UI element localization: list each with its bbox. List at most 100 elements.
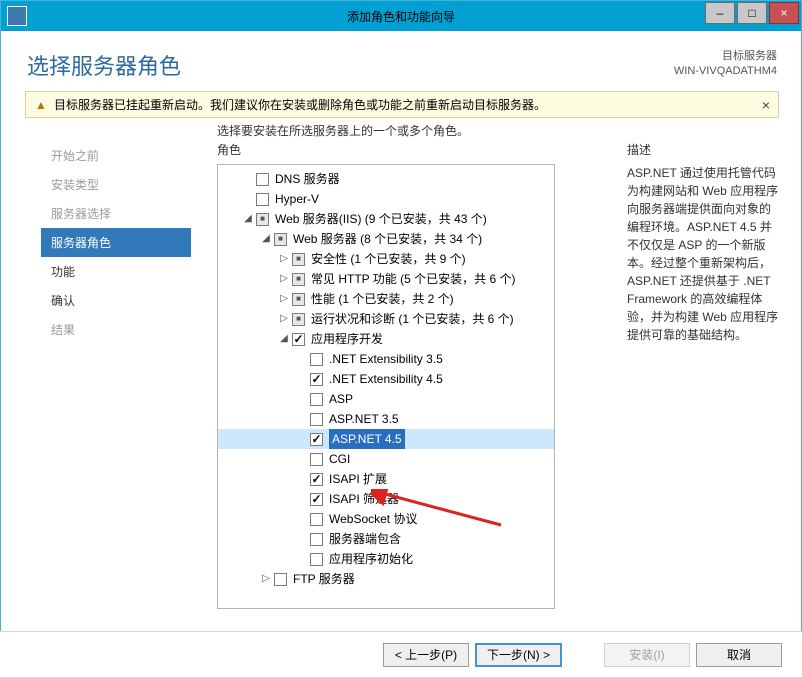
tree-label: DNS 服务器	[275, 169, 340, 189]
cancel-button[interactable]: 取消	[696, 643, 782, 667]
tree-label: Hyper-V	[275, 189, 319, 209]
destination-server-box: 目标服务器 WIN-VIVQADATHM4	[674, 49, 777, 81]
chevron-right-icon[interactable]: ▷	[278, 249, 290, 269]
checkbox[interactable]	[310, 473, 323, 486]
warning-close-button[interactable]: ×	[762, 97, 770, 113]
tree-row[interactable]: CGI	[218, 449, 554, 469]
roles-caption: 角色	[217, 141, 609, 158]
sidebar-item-0: 开始之前	[41, 141, 191, 170]
tree-row[interactable]: ▷ FTP 服务器	[218, 569, 554, 589]
checkbox[interactable]	[256, 193, 269, 206]
tree-label: .NET Extensibility 3.5	[329, 349, 443, 369]
tree-label: 安全性 (1 个已安装，共 9 个)	[311, 249, 466, 269]
checkbox[interactable]	[310, 353, 323, 366]
tree-row[interactable]: ◢ 应用程序开发	[218, 329, 554, 349]
description-text: ASP.NET 通过使用托管代码为构建网站和 Web 应用程序向服务器端提供面向…	[627, 164, 781, 344]
tree-row[interactable]: .NET Extensibility 4.5	[218, 369, 554, 389]
tree-label: ISAPI 扩展	[329, 469, 387, 489]
checkbox[interactable]	[310, 393, 323, 406]
destination-label: 目标服务器	[674, 49, 777, 64]
tree-label: Web 服务器(IIS) (9 个已安装，共 43 个)	[275, 209, 487, 229]
footer: < 上一步(P) 下一步(N) > 安装(I) 取消	[0, 631, 802, 677]
sidebar-item-5[interactable]: 确认	[41, 286, 191, 315]
roles-tree[interactable]: DNS 服务器Hyper-V◢Web 服务器(IIS) (9 个已安装，共 43…	[217, 164, 555, 609]
next-button[interactable]: 下一步(N) >	[475, 643, 562, 667]
tree-row[interactable]: ▷ 常见 HTTP 功能 (5 个已安装，共 6 个)	[218, 269, 554, 289]
checkbox[interactable]	[292, 313, 305, 326]
tree-label: 常见 HTTP 功能 (5 个已安装，共 6 个)	[311, 269, 515, 289]
minimize-button[interactable]: –	[705, 2, 735, 24]
tree-row[interactable]: .NET Extensibility 3.5	[218, 349, 554, 369]
chevron-right-icon[interactable]: ▷	[278, 289, 290, 309]
chevron-down-icon[interactable]: ◢	[260, 229, 272, 249]
checkbox[interactable]	[310, 413, 323, 426]
tree-row[interactable]: ASP.NET 3.5	[218, 409, 554, 429]
checkbox[interactable]	[292, 293, 305, 306]
checkbox[interactable]	[310, 553, 323, 566]
titlebar: 添加角色和功能向导 – □ ×	[1, 1, 801, 31]
tree-row[interactable]: ISAPI 筛选器	[218, 489, 554, 509]
wizard-steps-sidebar: 开始之前安装类型服务器选择服务器角色功能确认结果	[41, 141, 191, 609]
tree-label: 应用程序初始化	[329, 549, 413, 569]
warning-text: 目标服务器已挂起重新启动。我们建议你在安装或删除角色或功能之前重新启动目标服务器…	[54, 96, 546, 113]
tree-row[interactable]: DNS 服务器	[218, 169, 554, 189]
page-title: 选择服务器角色	[27, 49, 181, 81]
tree-row[interactable]: ▷ 安全性 (1 个已安装，共 9 个)	[218, 249, 554, 269]
window-title: 添加角色和功能向导	[1, 8, 801, 25]
checkbox[interactable]	[310, 433, 323, 446]
checkbox[interactable]	[292, 253, 305, 266]
tree-label: 运行状况和诊断 (1 个已安装，共 6 个)	[311, 309, 514, 329]
tree-row[interactable]: ◢ Web 服务器(IIS) (9 个已安装，共 43 个)	[218, 209, 554, 229]
tree-row[interactable]: ▷ 性能 (1 个已安装，共 2 个)	[218, 289, 554, 309]
checkbox[interactable]	[274, 233, 287, 246]
previous-button[interactable]: < 上一步(P)	[383, 643, 469, 667]
chevron-down-icon[interactable]: ◢	[278, 329, 290, 349]
chevron-right-icon[interactable]: ▷	[278, 309, 290, 329]
checkbox[interactable]	[310, 453, 323, 466]
destination-server: WIN-VIVQADATHM4	[674, 64, 777, 79]
tree-label: 应用程序开发	[311, 329, 383, 349]
checkbox[interactable]	[292, 333, 305, 346]
sidebar-item-6: 结果	[41, 315, 191, 344]
tree-row[interactable]: ◢ Web 服务器 (8 个已安装，共 34 个)	[218, 229, 554, 249]
tree-label: .NET Extensibility 4.5	[329, 369, 443, 389]
tree-row[interactable]: Hyper-V	[218, 189, 554, 209]
tree-label: ASP.NET 4.5	[329, 429, 405, 449]
chevron-right-icon[interactable]: ▷	[260, 569, 272, 589]
tree-label: WebSocket 协议	[329, 509, 417, 529]
tree-label: 服务器端包含	[329, 529, 401, 549]
tree-row[interactable]: 应用程序初始化	[218, 549, 554, 569]
close-button[interactable]: ×	[769, 2, 799, 24]
tree-label: CGI	[329, 449, 350, 469]
tree-label: 性能 (1 个已安装，共 2 个)	[311, 289, 454, 309]
warning-icon: ▲	[34, 98, 48, 112]
tree-label: ASP	[329, 389, 353, 409]
chevron-down-icon[interactable]: ◢	[242, 209, 254, 229]
tree-label: ISAPI 筛选器	[329, 489, 399, 509]
checkbox[interactable]	[256, 173, 269, 186]
tree-row[interactable]: WebSocket 协议	[218, 509, 554, 529]
checkbox[interactable]	[310, 513, 323, 526]
tree-label: FTP 服务器	[293, 569, 355, 589]
checkbox[interactable]	[310, 373, 323, 386]
tree-label: Web 服务器 (8 个已安装，共 34 个)	[293, 229, 482, 249]
checkbox[interactable]	[256, 213, 269, 226]
app-icon	[7, 6, 27, 26]
tree-row[interactable]: 服务器端包含	[218, 529, 554, 549]
tree-row[interactable]: ASP	[218, 389, 554, 409]
maximize-button[interactable]: □	[737, 2, 767, 24]
sidebar-item-3[interactable]: 服务器角色	[41, 228, 191, 257]
description-caption: 描述	[627, 141, 781, 158]
checkbox[interactable]	[292, 273, 305, 286]
tree-row[interactable]: ISAPI 扩展	[218, 469, 554, 489]
checkbox[interactable]	[310, 533, 323, 546]
chevron-right-icon[interactable]: ▷	[278, 269, 290, 289]
sub-instruction: 选择要安装在所选服务器上的一个或多个角色。	[217, 122, 801, 139]
sidebar-item-1: 安装类型	[41, 170, 191, 199]
sidebar-item-4[interactable]: 功能	[41, 257, 191, 286]
warning-bar: ▲ 目标服务器已挂起重新启动。我们建议你在安装或删除角色或功能之前重新启动目标服…	[25, 91, 779, 118]
checkbox[interactable]	[310, 493, 323, 506]
tree-row[interactable]: ASP.NET 4.5	[218, 429, 554, 449]
tree-row[interactable]: ▷ 运行状况和诊断 (1 个已安装，共 6 个)	[218, 309, 554, 329]
checkbox[interactable]	[274, 573, 287, 586]
